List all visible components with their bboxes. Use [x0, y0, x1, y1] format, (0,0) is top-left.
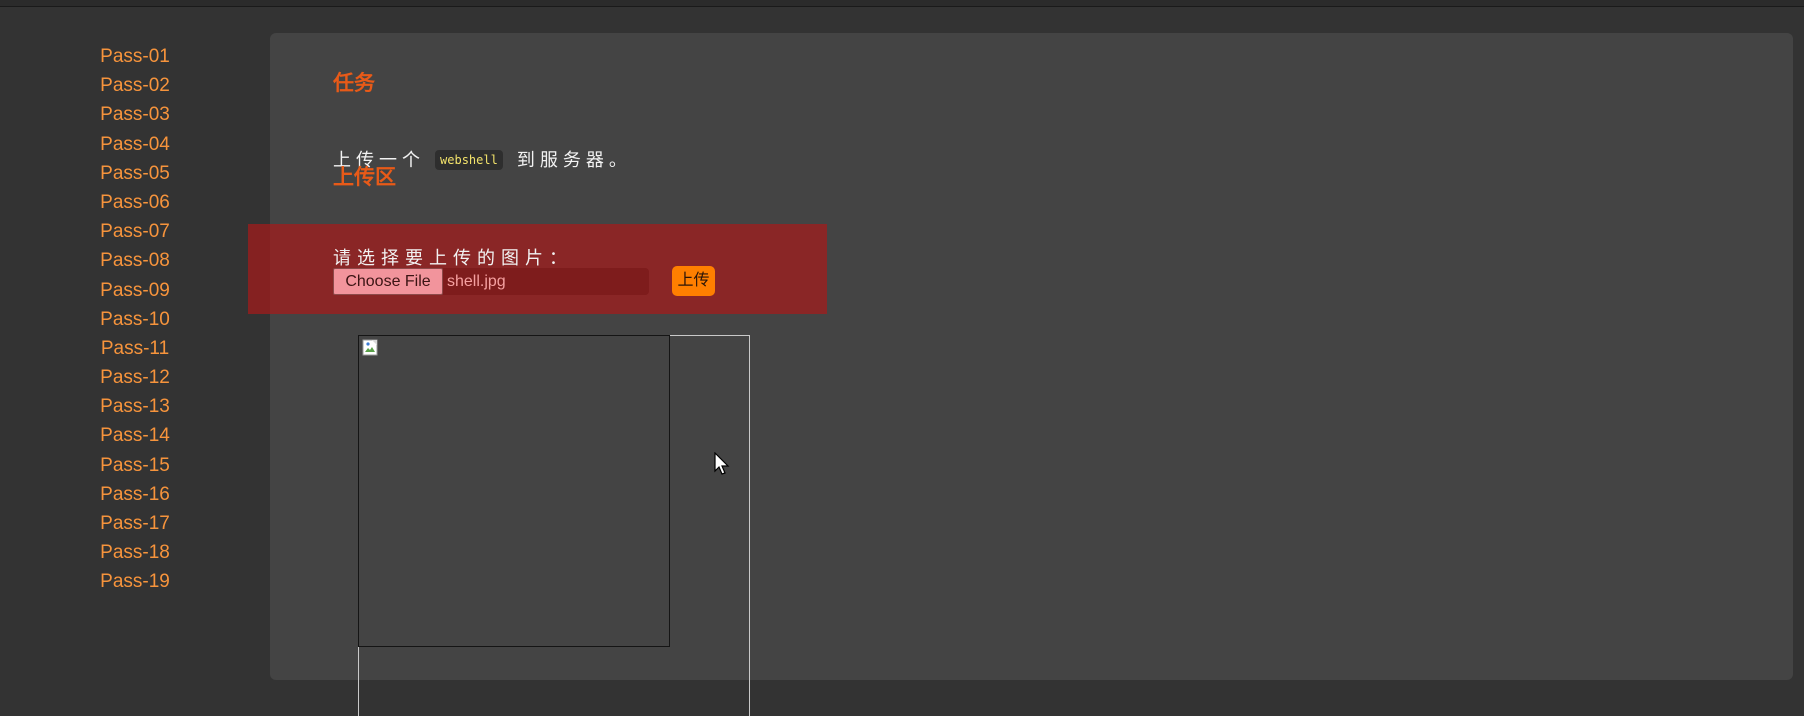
preview-image: [358, 335, 670, 647]
broken-image-icon: [362, 339, 378, 356]
sidebar-item-pass-14[interactable]: Pass-14: [0, 421, 270, 450]
sidebar: Pass-01 Pass-02 Pass-03 Pass-04 Pass-05 …: [0, 42, 270, 597]
mouse-cursor-icon: [714, 452, 730, 475]
upload-button[interactable]: 上传: [672, 266, 715, 296]
sidebar-item-pass-03[interactable]: Pass-03: [0, 100, 270, 129]
sidebar-item-pass-06[interactable]: Pass-06: [0, 188, 270, 217]
sidebar-item-pass-07[interactable]: Pass-07: [0, 217, 270, 246]
task-text-after: 到服务器。: [516, 150, 632, 170]
task-heading: 任务: [333, 70, 375, 95]
select-image-label: 请选择要上传的图片：: [333, 248, 573, 268]
sidebar-item-pass-12[interactable]: Pass-12: [0, 363, 270, 392]
choose-file-button[interactable]: Choose File: [333, 268, 443, 295]
selected-file-name: shell.jpg: [447, 273, 506, 290]
sidebar-item-pass-08[interactable]: Pass-08: [0, 246, 270, 275]
sidebar-item-pass-04[interactable]: Pass-04: [0, 130, 270, 159]
sidebar-item-pass-11[interactable]: Pass-11: [0, 334, 270, 363]
sidebar-item-pass-18[interactable]: Pass-18: [0, 538, 270, 567]
sidebar-item-pass-15[interactable]: Pass-15: [0, 451, 270, 480]
pass-list: Pass-01 Pass-02 Pass-03 Pass-04 Pass-05 …: [0, 42, 270, 597]
sidebar-item-pass-19[interactable]: Pass-19: [0, 567, 270, 596]
sidebar-item-pass-13[interactable]: Pass-13: [0, 392, 270, 421]
content-panel: 任务 上传一个 webshell 到服务器。 上传区 请选择要上传的图片： Ch…: [248, 33, 1793, 716]
task-code: webshell: [435, 150, 503, 170]
sidebar-item-pass-05[interactable]: Pass-05: [0, 159, 270, 188]
sidebar-item-pass-10[interactable]: Pass-10: [0, 305, 270, 334]
file-input[interactable]: Choose File shell.jpg: [333, 268, 649, 295]
upload-heading: 上传区: [333, 164, 396, 189]
top-bar: [0, 0, 1804, 7]
sidebar-item-pass-17[interactable]: Pass-17: [0, 509, 270, 538]
sidebar-item-pass-16[interactable]: Pass-16: [0, 480, 270, 509]
sidebar-item-pass-02[interactable]: Pass-02: [0, 71, 270, 100]
sidebar-item-pass-09[interactable]: Pass-09: [0, 276, 270, 305]
sidebar-item-pass-01[interactable]: Pass-01: [0, 42, 270, 71]
